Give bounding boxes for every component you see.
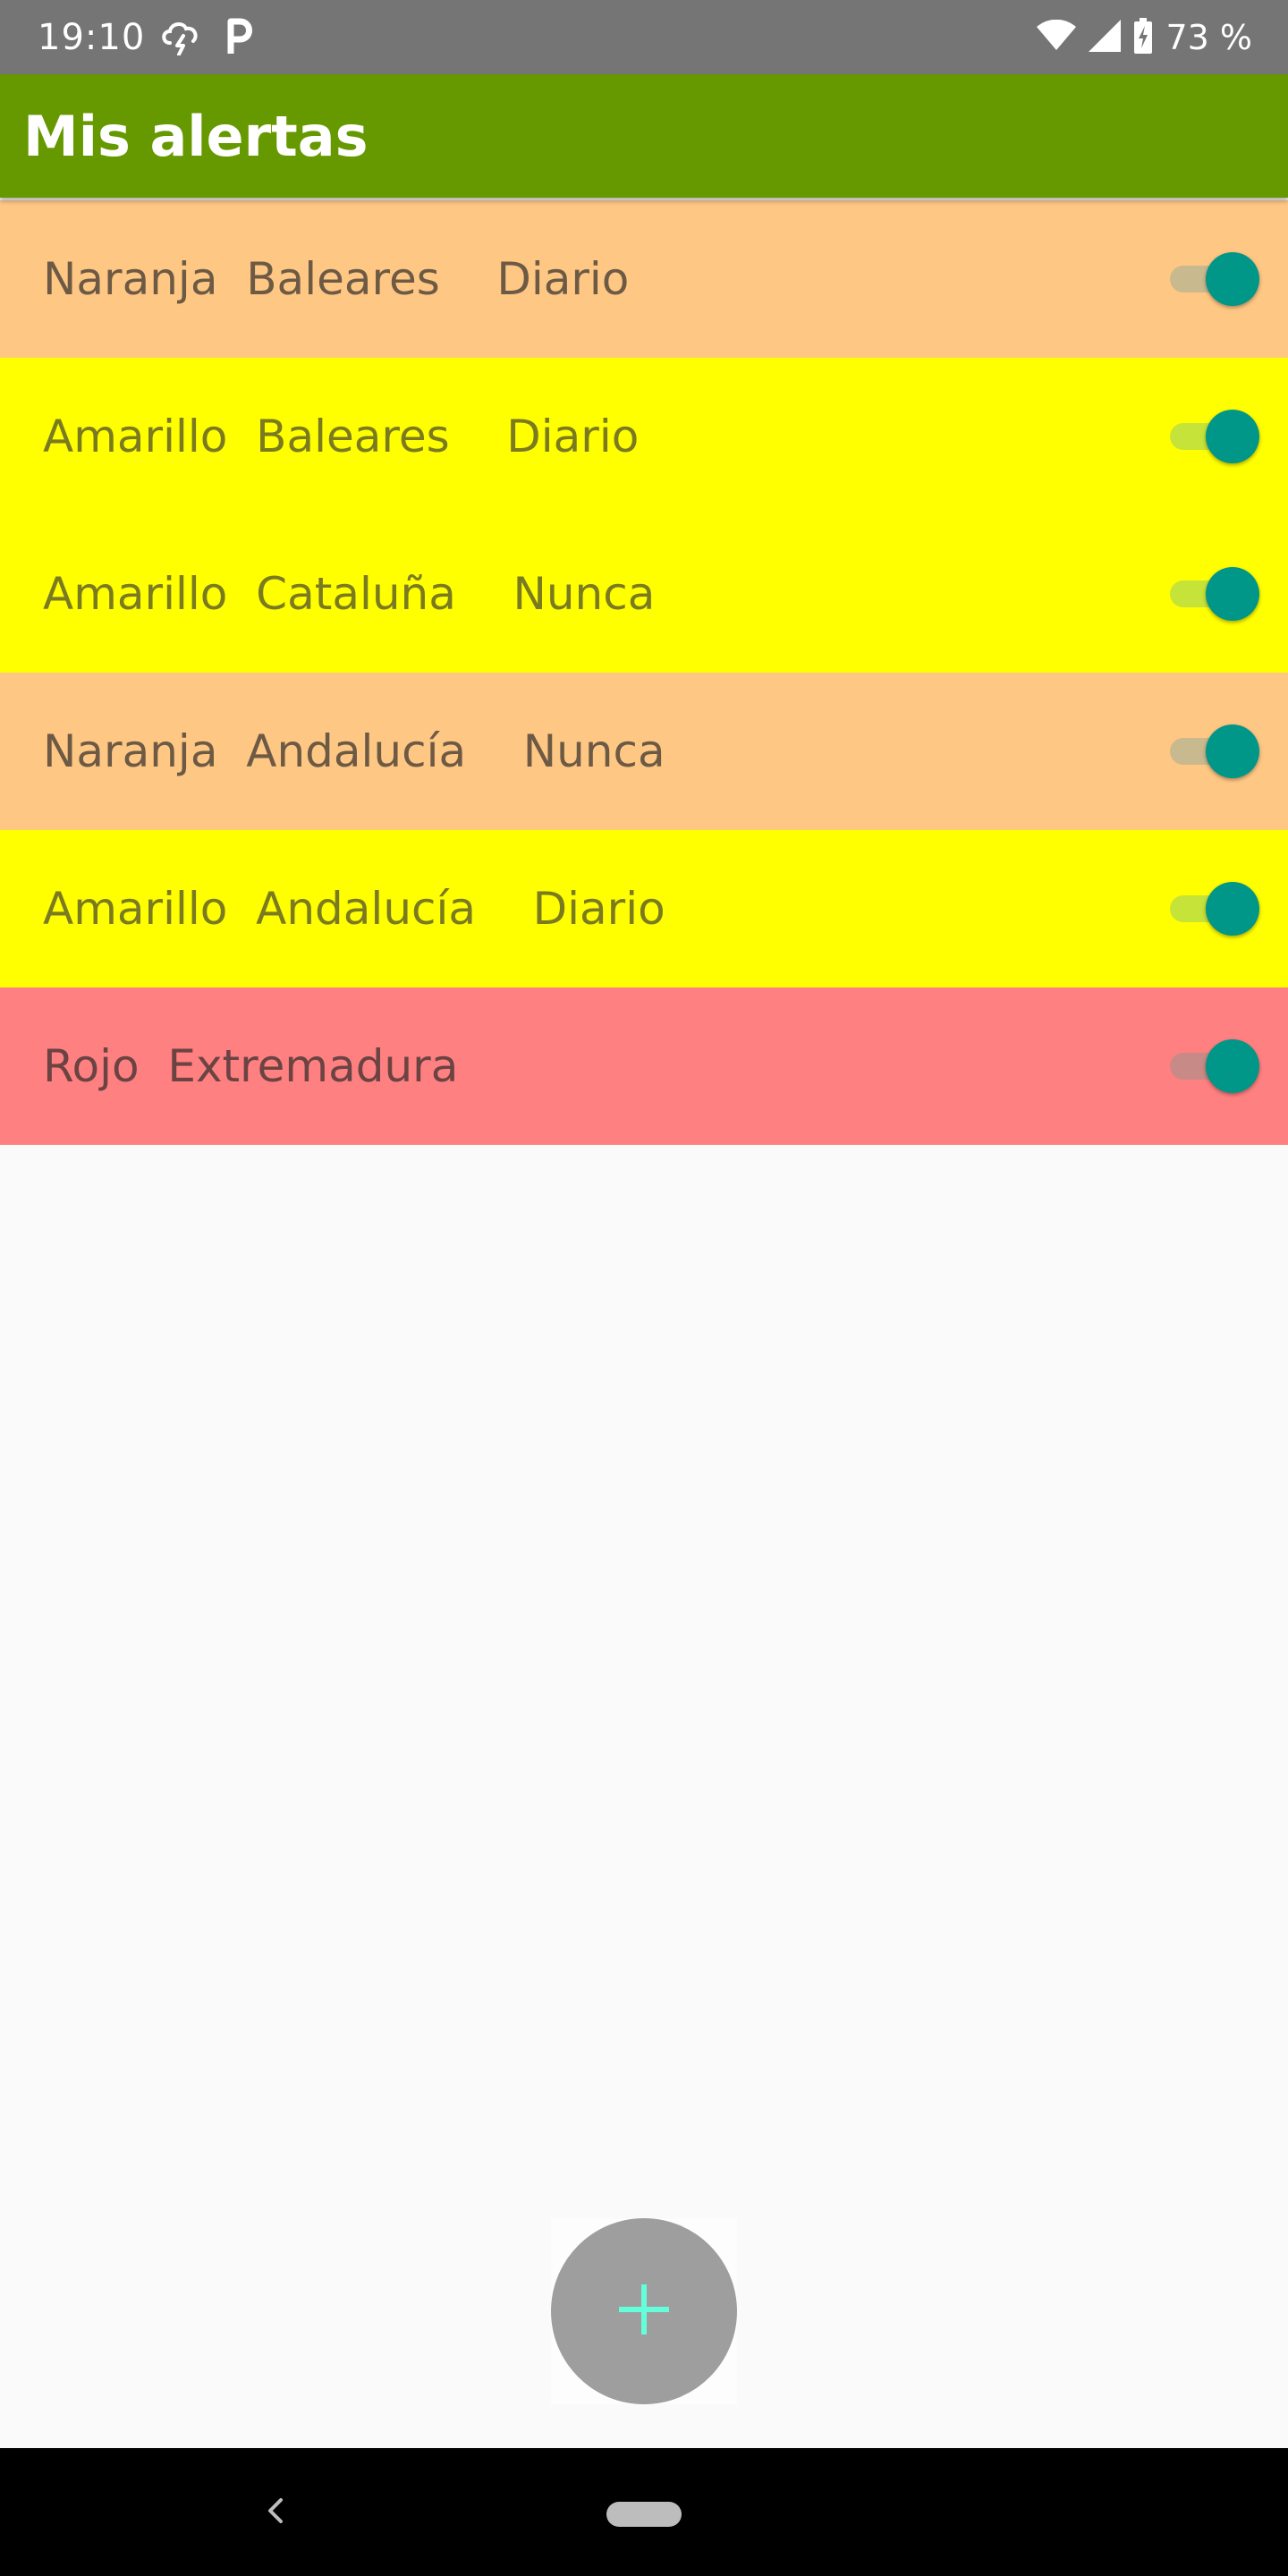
- alert-toggle-switch[interactable]: [1168, 410, 1259, 463]
- status-notification-icons: [159, 14, 254, 61]
- status-bar: 19:10 73 %: [0, 0, 1288, 74]
- page-title: Mis alertas: [23, 104, 369, 169]
- cell-signal-icon: [1089, 20, 1122, 55]
- add-alert-button[interactable]: [551, 2218, 737, 2404]
- alert-list: Naranja Baleares Diario Amarillo Baleare…: [0, 200, 1288, 1145]
- app-bar: Mis alertas: [0, 74, 1288, 198]
- alert-label: Naranja Baleares Diario: [43, 253, 630, 305]
- alert-label: Rojo Extremadura: [43, 1040, 459, 1092]
- alert-row[interactable]: Amarillo Baleares Diario: [0, 358, 1288, 515]
- toggle-thumb: [1206, 1039, 1259, 1093]
- back-icon[interactable]: [259, 2484, 292, 2538]
- alert-toggle-switch[interactable]: [1168, 1039, 1259, 1093]
- toggle-thumb: [1206, 882, 1259, 936]
- home-pill-icon[interactable]: [606, 2502, 682, 2527]
- toggle-thumb: [1206, 567, 1259, 621]
- alert-row[interactable]: Naranja Andalucía Nunca: [0, 673, 1288, 830]
- alert-row[interactable]: Rojo Extremadura: [0, 987, 1288, 1145]
- fab-container: [551, 2218, 737, 2404]
- toggle-thumb: [1206, 410, 1259, 463]
- alert-label: Amarillo Andalucía Diario: [43, 883, 665, 935]
- alert-label: Naranja Andalucía Nunca: [43, 725, 665, 777]
- alert-label: Amarillo Baleares Diario: [43, 411, 640, 462]
- toggle-thumb: [1206, 724, 1259, 778]
- toggle-thumb: [1206, 252, 1259, 306]
- alert-toggle-switch[interactable]: [1168, 882, 1259, 936]
- alert-toggle-switch[interactable]: [1168, 567, 1259, 621]
- alert-label: Amarillo Cataluña Nunca: [43, 568, 656, 620]
- alert-row[interactable]: Amarillo Andalucía Diario: [0, 830, 1288, 987]
- parking-icon: [224, 16, 254, 59]
- battery-percentage: 73 %: [1165, 18, 1252, 57]
- alert-toggle-switch[interactable]: [1168, 252, 1259, 306]
- plus-icon: [615, 2281, 673, 2342]
- screen: 19:10 73 % Mis alertas Naranja Baleares …: [0, 0, 1288, 2576]
- status-time: 19:10: [38, 17, 146, 58]
- alert-row[interactable]: Amarillo Cataluña Nunca: [0, 515, 1288, 673]
- thunderstorm-cloud-icon: [159, 16, 204, 59]
- battery-charging-icon: [1133, 18, 1153, 57]
- alert-row[interactable]: Naranja Baleares Diario: [0, 200, 1288, 358]
- alert-toggle-switch[interactable]: [1168, 724, 1259, 778]
- status-system-icons: 73 %: [1037, 13, 1252, 63]
- wifi-icon: [1037, 19, 1077, 55]
